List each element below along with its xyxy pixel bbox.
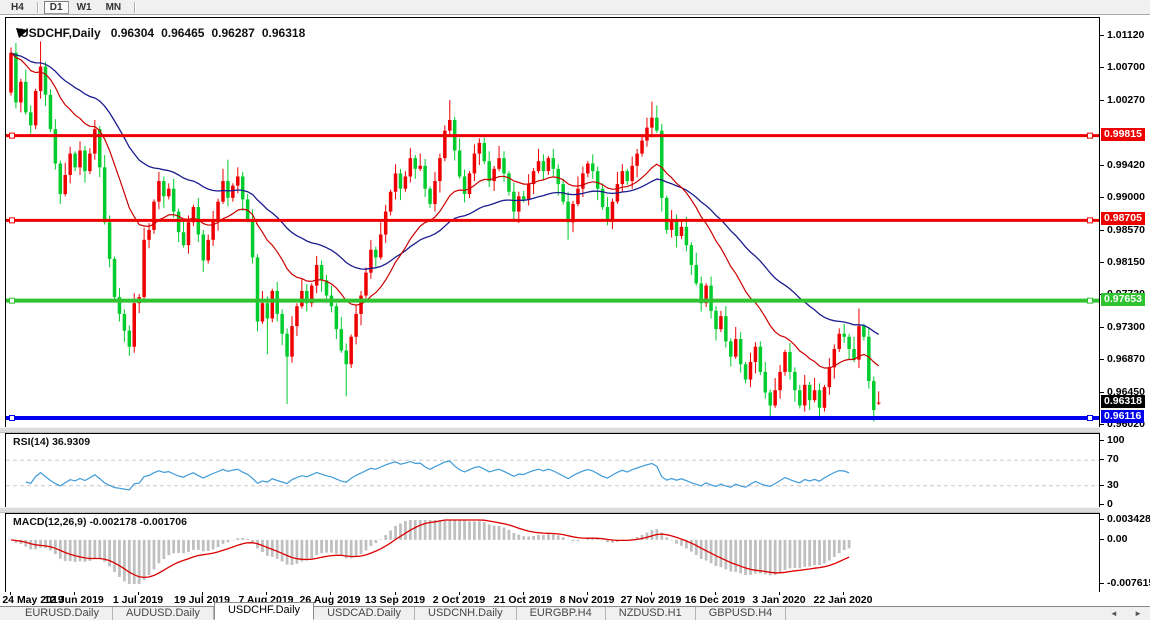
price-tick-mark	[1100, 197, 1104, 198]
macd-panel[interactable]: MACD(12,26,9) -0.002178 -0.001706	[5, 513, 1100, 594]
macd-tick-label: -0.007615	[1107, 577, 1150, 589]
price-level-badge: 0.97653	[1101, 293, 1145, 306]
price-tick-label: 1.01120	[1107, 29, 1144, 41]
price-level-badge: 0.98705	[1101, 212, 1145, 225]
tab-scroll-left-icon[interactable]: ◄	[1110, 609, 1118, 618]
timeframe-button-d1[interactable]: D1	[44, 1, 69, 14]
date-tick-label: 16 Dec 2019	[685, 594, 745, 606]
price-level-badge: 0.96116	[1101, 410, 1144, 423]
tab-scroll-arrows: ◄ ►	[1096, 609, 1142, 618]
price-tick-label: 1.00270	[1107, 94, 1145, 106]
rsi-tick-label: 70	[1107, 453, 1119, 465]
date-tick-label: 2 Oct 2019	[433, 594, 486, 606]
toolbar-separator	[37, 2, 39, 13]
timeframe-button-w1[interactable]: W1	[71, 1, 98, 14]
current-price-badge: 0.96318	[1101, 395, 1145, 408]
price-tick-mark	[1100, 392, 1104, 393]
rsi-label: RSI(14) 36.9309	[13, 436, 90, 448]
price-chart-panel[interactable]: USDCHF,Daily 0.96304 0.96465 0.96287 0.9…	[5, 17, 1100, 429]
tab-audusd-daily[interactable]: AUDUSD.Daily	[113, 607, 214, 620]
macd-tick-label: 0.00	[1107, 533, 1127, 545]
timeframe-button-mn[interactable]: MN	[100, 1, 128, 14]
date-tick-label: 8 Nov 2019	[560, 594, 615, 606]
chart-symbol-label: USDCHF,Daily	[20, 26, 101, 40]
price-tick-mark	[1100, 165, 1104, 166]
price-tick-label: 0.98570	[1107, 224, 1145, 236]
rsi-panel[interactable]: RSI(14) 36.9309	[5, 433, 1100, 509]
tab-usdcad-daily[interactable]: USDCAD.Daily	[314, 607, 415, 620]
macd-tick-mark	[1100, 539, 1104, 540]
chart-cursor-icon	[15, 26, 30, 39]
chart-title: USDCHF,Daily 0.96304 0.96465 0.96287 0.9…	[15, 26, 312, 40]
tab-nzdusd-h1[interactable]: NZDUSD.H1	[606, 607, 696, 620]
candlestick-chart[interactable]	[6, 18, 1099, 428]
date-tick-label: 3 Jan 2020	[752, 594, 805, 606]
date-tick-label: 21 Oct 2019	[494, 594, 552, 606]
macd-label: MACD(12,26,9) -0.002178 -0.001706	[13, 516, 187, 528]
ohlc-close-value: 0.96318	[262, 26, 305, 40]
price-level-badge: 0.99815	[1101, 128, 1145, 141]
price-tick-label: 0.99000	[1107, 191, 1145, 203]
price-tick-label: 0.98150	[1107, 256, 1145, 268]
chart-tab-bar: EURUSD.Daily AUDUSD.Daily USDCHF.Daily U…	[0, 606, 1150, 620]
rsi-tick-label: 30	[1107, 479, 1119, 491]
rsi-chart[interactable]	[6, 434, 1099, 508]
tab-gbpusd-h4[interactable]: GBPUSD.H4	[696, 607, 787, 620]
ohlc-high-value: 0.96465	[161, 26, 204, 40]
price-tick-mark	[1100, 359, 1104, 360]
price-tick-mark	[1100, 230, 1104, 231]
macd-tick-mark	[1100, 583, 1104, 584]
date-axis[interactable]: 24 May 201912 Jun 20191 Jul 201919 Jul 2…	[0, 592, 1150, 606]
tab-usdcnh-daily[interactable]: USDCNH.Daily	[415, 607, 517, 620]
tab-scroll-right-icon[interactable]: ►	[1134, 609, 1142, 618]
timeframe-toolbar: H4 D1 W1 MN	[0, 0, 1150, 15]
price-axis[interactable]: 1.01120 1.00700 1.00270 0.99420 0.99000 0.985…	[1100, 17, 1150, 593]
date-tick-label: 22 Jan 2020	[814, 594, 873, 606]
ohlc-open-value: 0.96304	[111, 26, 154, 40]
price-tick-mark	[1100, 35, 1104, 36]
price-tick-mark	[1100, 327, 1104, 328]
price-tick-label: 1.00700	[1107, 61, 1145, 73]
price-tick-mark	[1100, 424, 1104, 425]
price-tick-label: 0.99420	[1107, 159, 1145, 171]
timeframe-button-h4[interactable]: H4	[5, 1, 30, 14]
macd-tick-mark	[1100, 519, 1104, 520]
price-tick-label: 0.97300	[1107, 321, 1145, 333]
price-tick-mark	[1100, 262, 1104, 263]
rsi-tick-mark	[1100, 485, 1104, 486]
rsi-tick-mark	[1100, 459, 1104, 460]
tab-eurgbp-h4[interactable]: EURGBP.H4	[517, 607, 606, 620]
date-tick-label: 12 Jun 2019	[44, 594, 104, 606]
ohlc-low-value: 0.96287	[211, 26, 254, 40]
tab-usdchf-daily[interactable]: USDCHF.Daily	[214, 602, 314, 620]
date-tick-label: 27 Nov 2019	[621, 594, 682, 606]
date-tick-label: 13 Sep 2019	[365, 594, 425, 606]
toolbar-separator	[134, 2, 136, 13]
rsi-tick-mark	[1100, 504, 1104, 505]
price-tick-label: 0.96870	[1107, 353, 1145, 365]
macd-tick-label: 0.003428	[1107, 513, 1150, 525]
date-tick-label: 1 Jul 2019	[113, 594, 163, 606]
rsi-tick-label: 0	[1107, 498, 1113, 510]
rsi-tick-label: 100	[1107, 434, 1125, 446]
tab-eurusd-daily[interactable]: EURUSD.Daily	[12, 607, 113, 620]
rsi-tick-mark	[1100, 440, 1104, 441]
price-tick-mark	[1100, 67, 1104, 68]
price-tick-mark	[1100, 100, 1104, 101]
